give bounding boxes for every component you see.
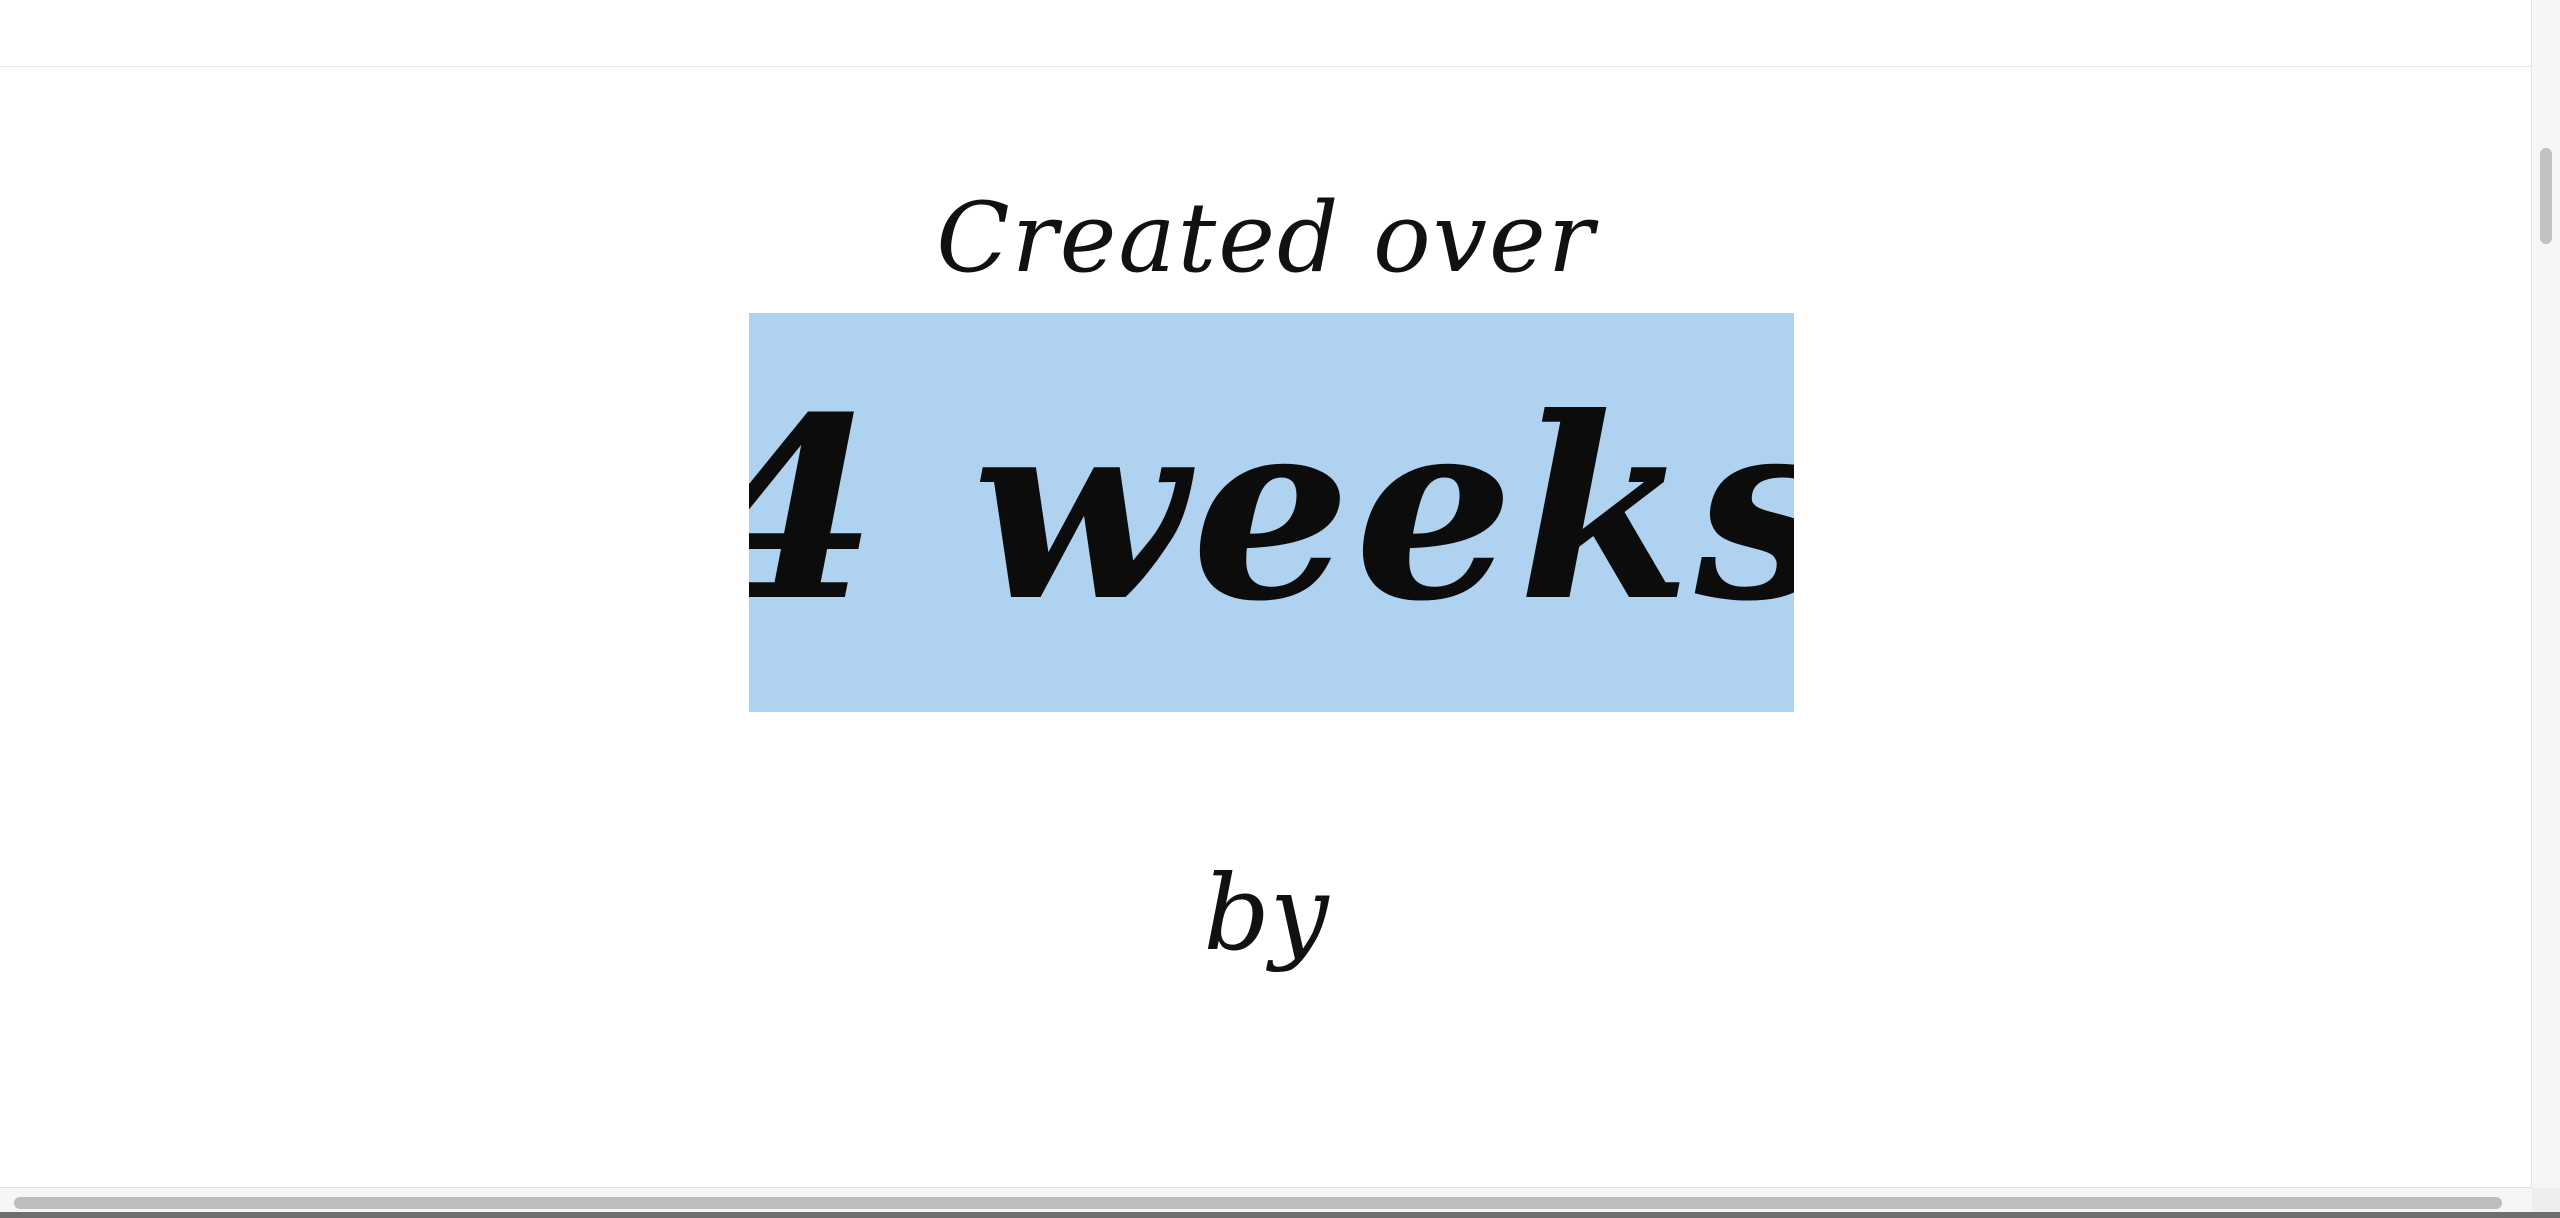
window-bottom-edge xyxy=(0,1212,2560,1218)
horizontal-scrollbar-thumb[interactable] xyxy=(14,1197,2502,1209)
top-divider xyxy=(0,0,2532,67)
duration-highlight: 4 weeks xyxy=(749,313,1794,712)
created-over-text: Created over xyxy=(936,182,1596,294)
by-text: by xyxy=(1203,852,1329,974)
duration-text: 4 weeks xyxy=(749,361,1794,656)
page-viewport: Created over 4 weeks by xyxy=(0,0,2532,1188)
vertical-scrollbar-thumb[interactable] xyxy=(2540,148,2552,244)
vertical-scrollbar[interactable] xyxy=(2531,0,2560,1188)
browser-window: Created over 4 weeks by xyxy=(0,0,2560,1218)
